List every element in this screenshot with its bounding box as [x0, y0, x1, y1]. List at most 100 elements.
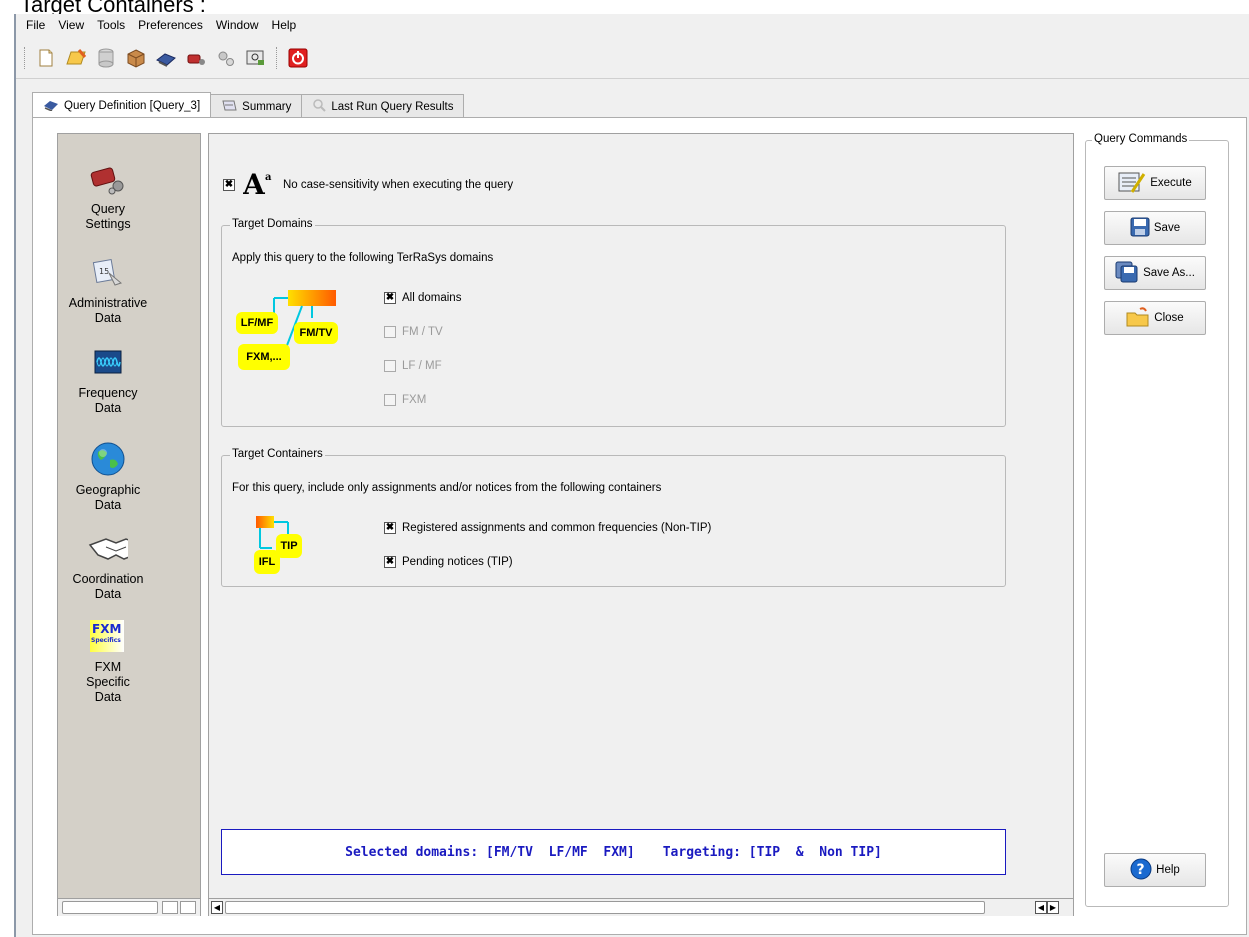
container-option-label: Registered assignments and common freque… — [402, 522, 712, 534]
nav-label: Data — [94, 587, 122, 601]
help-button[interactable]: ? Help — [1104, 853, 1206, 887]
help-label: Help — [1156, 864, 1180, 876]
close-button[interactable]: Close — [1104, 301, 1206, 335]
help-icon: ? — [1130, 858, 1152, 883]
save-as-icon — [1115, 261, 1139, 286]
svg-text:15: 15 — [99, 267, 109, 276]
nav-label: Settings — [85, 217, 131, 231]
new-document-icon[interactable] — [34, 46, 58, 70]
execute-icon — [1118, 170, 1146, 197]
open-folder-icon[interactable] — [64, 46, 88, 70]
nav-scroll-button[interactable] — [162, 901, 178, 914]
toolbar-divider — [16, 78, 1249, 79]
svg-text:FXM: FXM — [92, 622, 121, 636]
menu-help[interactable]: Help — [272, 18, 297, 32]
nav-scroll-button[interactable] — [180, 901, 196, 914]
nav-fxm-specific-data[interactable]: FXM Specifics FXM Specific Data — [58, 616, 158, 705]
nav-scrollbar[interactable] — [58, 898, 200, 916]
horizontal-scrollbar[interactable]: ◀ ◀ ▶ — [209, 898, 1073, 916]
tools-icon[interactable] — [184, 46, 208, 70]
menu-preferences[interactable]: Preferences — [138, 18, 203, 32]
nav-label: Geographic — [75, 483, 141, 497]
container-option-label: Pending notices (TIP) — [402, 556, 513, 568]
tab-label: Query Definition [Query_3] — [64, 99, 201, 112]
svg-text:A: A — [243, 170, 266, 196]
domain-option-label: All domains — [402, 292, 462, 304]
case-sensitivity-checkbox[interactable]: ✖ — [223, 178, 235, 191]
menu-file[interactable]: File — [26, 18, 45, 32]
nav-label: Data — [94, 690, 122, 704]
tab-summary[interactable]: Summary — [210, 94, 303, 118]
close-label: Close — [1154, 312, 1184, 324]
nav-label: Administrative — [68, 296, 148, 310]
domain-checkbox-fmtv[interactable] — [384, 326, 396, 338]
query-icon[interactable] — [154, 46, 178, 70]
nav-scroll-thumb[interactable] — [62, 901, 158, 914]
domain-option-fxm[interactable]: FXM — [384, 394, 426, 406]
frequency-icon — [88, 342, 128, 382]
app-window: File View Tools Preferences Window Help — [14, 14, 1249, 937]
target-domains-title: Target Domains — [230, 218, 315, 230]
diagram-label: FM/TV — [294, 322, 338, 344]
query-settings-icon — [88, 158, 128, 198]
domain-checkbox-all[interactable]: ✖ — [384, 292, 396, 304]
tab-query-definition[interactable]: Query Definition [Query_3] — [32, 92, 212, 118]
scroll-thumb[interactable] — [225, 901, 985, 914]
scroll-right-arrow[interactable]: ▶ — [1047, 901, 1059, 914]
menu-tools[interactable]: Tools — [97, 18, 125, 32]
scroll-left-arrow[interactable]: ◀ — [1035, 901, 1047, 914]
search-window-icon[interactable] — [244, 46, 268, 70]
container-option-tip[interactable]: ✖ Pending notices (TIP) — [384, 556, 513, 568]
container-checkbox-non-tip[interactable]: ✖ — [384, 522, 396, 534]
query-settings-panel: ✖ Aa No case-sensitivity when executing … — [208, 133, 1074, 916]
gears-icon[interactable] — [214, 46, 238, 70]
container-option-non-tip[interactable]: ✖ Registered assignments and common freq… — [384, 522, 711, 534]
tab-label: Summary — [242, 100, 292, 113]
domain-option-fmtv[interactable]: FM / TV — [384, 326, 443, 338]
close-folder-icon — [1126, 306, 1150, 330]
nav-label: Data — [94, 311, 122, 325]
database-icon[interactable] — [94, 46, 118, 70]
save-label: Save — [1153, 222, 1181, 234]
globe-icon — [88, 439, 128, 479]
domain-option-all[interactable]: ✖ All domains — [384, 292, 461, 304]
package-icon[interactable] — [124, 46, 148, 70]
domain-checkbox-fxm[interactable] — [384, 394, 396, 406]
menu-bar: File View Tools Preferences Window Help — [16, 14, 1249, 36]
domain-checkbox-lfmf[interactable] — [384, 360, 396, 372]
section-navigator: Query Settings 15 Administrative Data Fr… — [57, 133, 201, 916]
fxm-specifics-icon: FXM Specifics — [88, 616, 128, 656]
domain-option-lfmf[interactable]: LF / MF — [384, 360, 442, 372]
nav-label: FXM — [94, 660, 122, 674]
save-icon — [1130, 217, 1150, 240]
menu-window[interactable]: Window — [216, 18, 259, 32]
nav-coordination-data[interactable]: Coordination Data — [58, 528, 158, 602]
nav-geographic-data[interactable]: Geographic Data — [58, 439, 158, 513]
tab-bar: Query Definition [Query_3] Summary Last … — [32, 92, 465, 118]
toolbar-grip — [24, 47, 26, 69]
toolbar — [16, 40, 310, 76]
save-as-button[interactable]: Save As... — [1104, 256, 1206, 290]
domain-option-label: FXM — [402, 394, 427, 406]
tab-last-run-results[interactable]: Last Run Query Results — [301, 94, 465, 118]
power-icon[interactable] — [286, 46, 310, 70]
menu-view[interactable]: View — [58, 18, 84, 32]
results-icon — [312, 98, 327, 115]
execute-button[interactable]: Execute — [1104, 166, 1206, 200]
svg-text:Specifics: Specifics — [91, 637, 121, 644]
domain-option-label: LF / MF — [402, 360, 442, 372]
query-commands-title: Query Commands — [1092, 133, 1190, 145]
container-checkbox-tip[interactable]: ✖ — [384, 556, 396, 568]
nav-label: Data — [94, 401, 122, 415]
containers-diagram: TIP IFL — [242, 514, 306, 574]
scroll-left-arrow[interactable]: ◀ — [211, 901, 223, 914]
nav-query-settings[interactable]: Query Settings — [58, 158, 158, 232]
svg-text:a: a — [265, 172, 272, 183]
target-containers-title: Target Containers — [230, 448, 325, 460]
nav-administrative-data[interactable]: 15 Administrative Data — [58, 252, 158, 326]
target-domains-description: Apply this query to the following TerRaS… — [232, 252, 494, 264]
save-button[interactable]: Save — [1104, 211, 1206, 245]
case-sensitivity-option[interactable]: ✖ Aa No case-sensitivity when executing … — [223, 168, 513, 201]
nav-frequency-data[interactable]: Frequency Data — [58, 342, 158, 416]
domain-option-label: FM / TV — [402, 326, 443, 338]
